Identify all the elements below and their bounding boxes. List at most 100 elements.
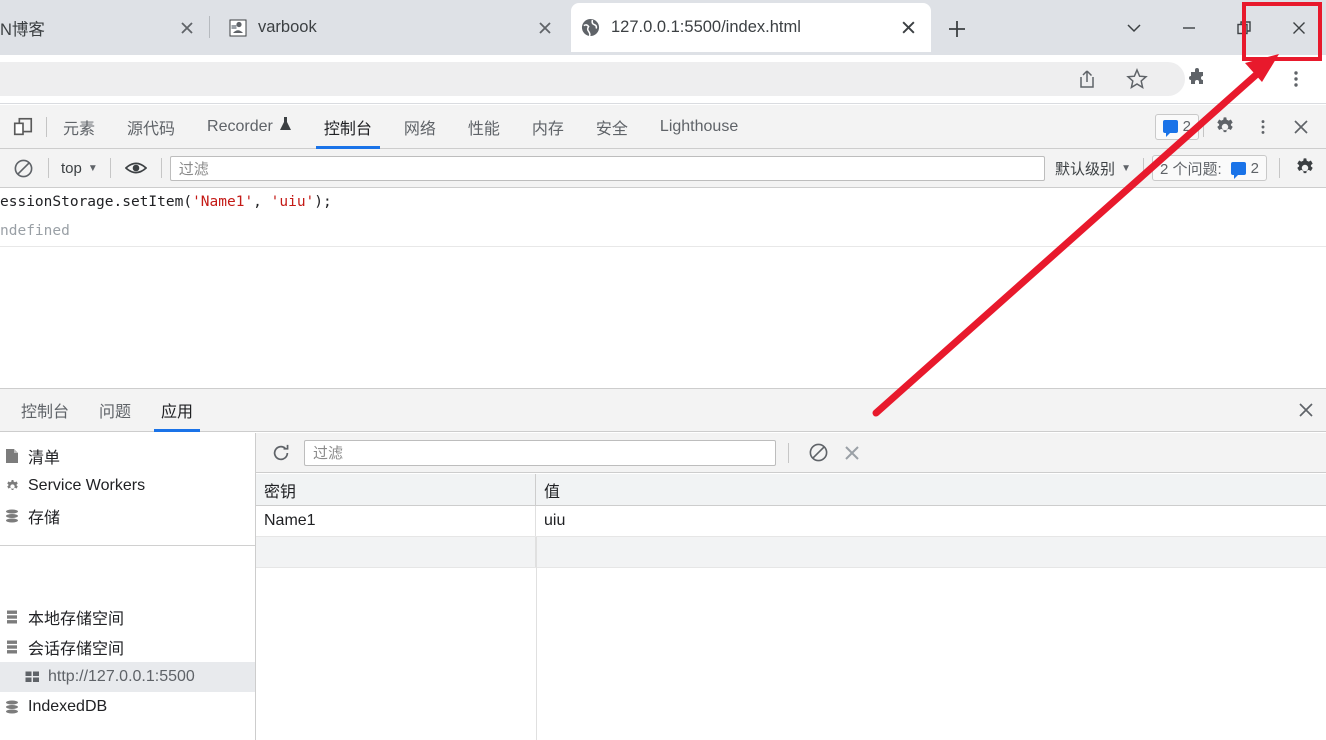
- browser-toolbar: [0, 55, 1326, 149]
- devtools-tab-network[interactable]: 网络: [388, 105, 452, 149]
- issue-message-icon: [1230, 161, 1246, 179]
- cell-key: Name1: [256, 506, 536, 536]
- devtools-more-vertical-icon[interactable]: [1246, 110, 1280, 144]
- tab-separator-0: [209, 16, 210, 38]
- devtools-close-icon[interactable]: [1284, 110, 1318, 144]
- console-code-prefix: essionStorage.setItem(: [0, 194, 193, 210]
- sidebar-item-storage[interactable]: 存储: [0, 501, 255, 531]
- tab-close-button-2[interactable]: [895, 15, 921, 41]
- delete-selected-icon[interactable]: [835, 436, 869, 470]
- refresh-icon[interactable]: [264, 436, 298, 470]
- column-header-value[interactable]: 值: [536, 474, 1326, 505]
- extensions-puzzle-icon[interactable]: [1184, 66, 1210, 92]
- console-filter-input[interactable]: 过滤: [169, 155, 1046, 181]
- console-toolbar: top ▼ 过滤 默认级别 ▼ 2 个问题: 2: [0, 149, 1326, 188]
- tab-close-button-1[interactable]: [532, 15, 558, 41]
- sidebar-item-label: 会话存储空间: [28, 641, 125, 658]
- service-worker-icon: [2, 479, 22, 494]
- table-row[interactable]: Name1 uiu: [256, 506, 1326, 537]
- indexeddb-icon: [2, 700, 22, 715]
- devtools-tab-lighthouse[interactable]: Lighthouse: [644, 105, 754, 149]
- window-controls: [1106, 0, 1326, 55]
- sidebar-item-session-storage[interactable]: 会话存储空间: [0, 632, 255, 662]
- tab-search-button[interactable]: [1106, 0, 1161, 55]
- origin-table-icon: [22, 671, 42, 683]
- window-close-button[interactable]: [1271, 0, 1326, 55]
- drawer-tab-application[interactable]: 应用: [146, 389, 208, 432]
- devtools-tab-performance[interactable]: 性能: [452, 105, 516, 149]
- devtools-tab-sources[interactable]: 源代码: [111, 105, 191, 149]
- browser-tab-0[interactable]: N博客: [0, 3, 210, 52]
- storage-toolbar-separator: [788, 442, 789, 463]
- console-context-selector[interactable]: top ▼: [57, 160, 102, 177]
- sidebar-item-origin[interactable]: http://127.0.0.1:5500: [0, 662, 255, 692]
- console-settings-gear-icon[interactable]: [1288, 151, 1322, 185]
- console-output[interactable]: essionStorage.setItem('Name1', 'uiu'); n…: [0, 188, 1326, 384]
- browser-tab-1[interactable]: varbook: [218, 3, 568, 52]
- tab-label: 源代码: [127, 120, 176, 138]
- clear-all-icon[interactable]: [801, 436, 835, 470]
- browser-tab-2[interactable]: 127.0.0.1:5500/index.html: [571, 3, 931, 52]
- devtools-tab-elements[interactable]: 元素: [47, 105, 111, 149]
- drawer-close-icon[interactable]: [1286, 389, 1326, 432]
- storage-table-column-divider: [536, 537, 537, 740]
- tab-label: Recorder: [207, 117, 273, 135]
- console-issues-count: 2: [1250, 159, 1259, 177]
- drawer-tab-issues[interactable]: 问题: [84, 389, 146, 432]
- sidebar-item-local-storage[interactable]: 本地存储空间: [0, 602, 255, 632]
- console-toolbar-separator-4: [1142, 158, 1144, 178]
- console-toolbar-separator-1: [48, 158, 49, 178]
- chrome-menu-icon[interactable]: [1283, 66, 1309, 92]
- storage-filter-input[interactable]: 过滤: [304, 439, 776, 466]
- tab-close-button-0[interactable]: [174, 15, 200, 41]
- window-maximize-button[interactable]: [1216, 0, 1271, 55]
- console-context-value: top: [61, 159, 82, 177]
- console-level-selector[interactable]: 默认级别 ▼: [1051, 158, 1135, 179]
- console-message-result: ndefined: [0, 223, 70, 239]
- application-sidebar[interactable]: 清单 Service Workers 存储 本地存储空间 会话存储空间 http…: [0, 433, 256, 740]
- sidebar-item-indexeddb[interactable]: IndexedDB: [0, 692, 255, 722]
- column-header-key[interactable]: 密钥: [256, 474, 536, 505]
- devtools-tab-console[interactable]: 控制台: [308, 105, 388, 149]
- devtools-issues-badge[interactable]: 2: [1154, 113, 1199, 140]
- console-code-arg1: 'Name1': [192, 194, 254, 210]
- experiment-flask-icon: [279, 116, 292, 137]
- tab-favicon-2: [581, 18, 600, 37]
- devtools-settings-gear-icon[interactable]: [1208, 110, 1242, 144]
- local-storage-icon: [2, 610, 22, 624]
- sidebar-item-manifest[interactable]: 清单: [0, 441, 255, 471]
- sidebar-item-label: 存储: [28, 510, 61, 527]
- live-expression-eye-icon[interactable]: [119, 151, 153, 185]
- application-panel: 清单 Service Workers 存储 本地存储空间 会话存储空间 http…: [0, 433, 1326, 740]
- console-toolbar-separator-2: [109, 158, 111, 178]
- console-toolbar-separator-3: [160, 158, 162, 178]
- storage-table-header: 密钥 值: [256, 474, 1326, 506]
- browser-window: N博客 varbook 127.0.0.1:5500/index.html 元素…: [0, 0, 1326, 740]
- sidebar-item-service-workers[interactable]: Service Workers: [0, 471, 255, 501]
- cell-value: [536, 537, 1326, 567]
- clear-console-icon[interactable]: [6, 151, 40, 185]
- storage-table: 密钥 值 Name1 uiu: [256, 474, 1326, 740]
- address-bar[interactable]: [0, 62, 1185, 96]
- tab-label: 内存: [531, 120, 564, 138]
- sidebar-item-label: http://127.0.0.1:5500: [48, 668, 195, 685]
- console-issues-chip[interactable]: 2 个问题: 2: [1151, 155, 1267, 181]
- console-code-suffix: );: [314, 194, 332, 210]
- drawer-tabbar: 控制台 问题 应用: [0, 389, 1326, 432]
- table-row[interactable]: [256, 537, 1326, 568]
- device-toolbar-icon[interactable]: [0, 105, 46, 149]
- share-icon[interactable]: [1074, 66, 1100, 92]
- session-storage-icon: [2, 640, 22, 654]
- storage-icon: [2, 509, 22, 524]
- devtools-tab-security[interactable]: 安全: [580, 105, 644, 149]
- devtools-tab-memory[interactable]: 内存: [516, 105, 580, 149]
- devtools-tab-recorder[interactable]: Recorder: [191, 105, 308, 149]
- console-issues-text: 2 个问题:: [1159, 160, 1222, 178]
- tab-label: 元素: [63, 120, 96, 138]
- bookmark-star-icon[interactable]: [1124, 66, 1150, 92]
- new-tab-button[interactable]: [940, 12, 974, 46]
- window-minimize-button[interactable]: [1161, 0, 1216, 55]
- drawer-tab-console[interactable]: 控制台: [6, 389, 84, 432]
- issue-message-icon: [1162, 120, 1178, 137]
- cell-value: uiu: [544, 512, 566, 529]
